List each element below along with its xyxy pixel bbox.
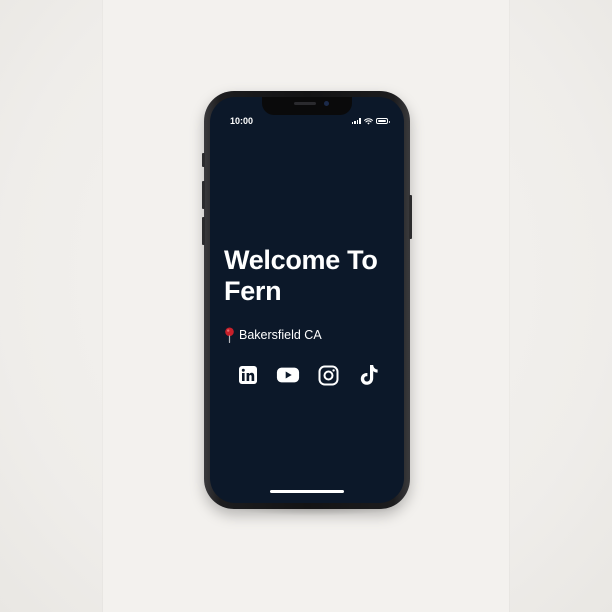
status-time: 10:00 bbox=[230, 116, 254, 126]
location-text: Bakersfield CA bbox=[239, 328, 322, 342]
youtube-icon bbox=[277, 367, 300, 383]
page-title: Welcome To Fern bbox=[224, 245, 378, 306]
volume-up-button bbox=[202, 181, 205, 209]
linkedin-icon bbox=[239, 366, 257, 384]
volume-down-button bbox=[202, 217, 205, 245]
action-button bbox=[202, 153, 205, 167]
instagram-icon bbox=[318, 365, 339, 385]
youtube-link[interactable] bbox=[276, 363, 300, 387]
linkedin-link[interactable] bbox=[236, 363, 260, 387]
speaker-grille bbox=[294, 102, 316, 105]
phone-frame: 10:00 Welcome To Fern Bakersfield CA bbox=[202, 91, 412, 509]
notch bbox=[262, 97, 352, 115]
instagram-link[interactable] bbox=[317, 363, 341, 387]
front-camera bbox=[324, 101, 329, 106]
battery-icon bbox=[376, 118, 390, 124]
tiktok-icon bbox=[360, 365, 378, 385]
signal-icon bbox=[351, 118, 361, 124]
power-button bbox=[409, 195, 412, 239]
wifi-icon bbox=[364, 117, 373, 124]
phone-screen: 10:00 Welcome To Fern Bakersfield CA bbox=[210, 97, 404, 503]
social-links bbox=[236, 363, 381, 387]
map-pin-icon bbox=[225, 327, 234, 343]
location-row: Bakersfield CA bbox=[224, 327, 322, 343]
home-indicator[interactable] bbox=[270, 490, 344, 493]
status-icons bbox=[351, 117, 390, 125]
tiktok-link[interactable] bbox=[357, 363, 381, 387]
